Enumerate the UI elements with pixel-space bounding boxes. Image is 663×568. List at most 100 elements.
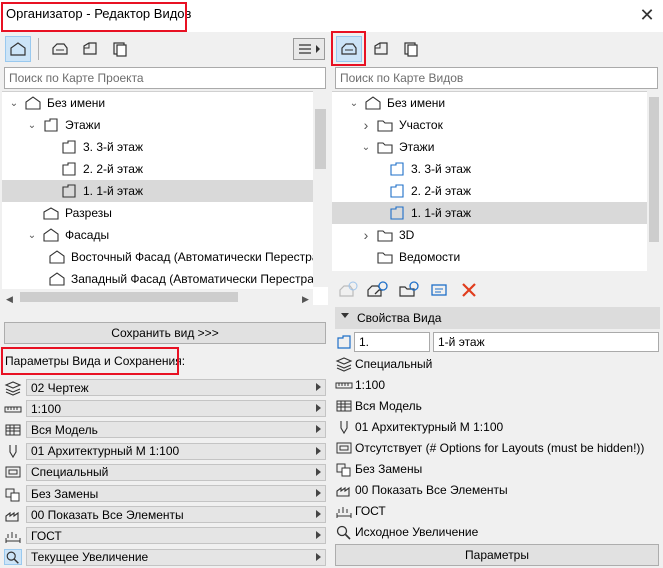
override-icon — [335, 461, 353, 477]
panel-menu-button[interactable] — [293, 38, 325, 60]
tree-row[interactable]: › 3D — [332, 224, 647, 246]
view-properties-header[interactable]: Свойства Вида — [335, 307, 660, 329]
chevron-down-icon[interactable]: ⌄ — [26, 119, 38, 131]
tree-row[interactable]: 3. 3-й этаж — [332, 158, 647, 180]
param-dropdown[interactable]: 1:100 — [26, 400, 326, 418]
dropdown-arrow-icon — [316, 552, 321, 561]
view-tree-vertical-scrollbar[interactable] — [647, 91, 661, 271]
elevation-icon — [48, 271, 66, 287]
tree-row[interactable]: 3. 3-й этаж — [2, 136, 313, 158]
scroll-right-icon[interactable]: ▶ — [302, 294, 309, 305]
param-dropdown[interactable]: Специальный — [26, 463, 326, 481]
chevron-down-icon[interactable]: ⌄ — [348, 97, 360, 109]
view-settings-icon[interactable] — [430, 282, 448, 298]
tree-row[interactable]: › Участок — [332, 114, 647, 136]
tree-row[interactable]: 2. 2-й этаж — [2, 158, 313, 180]
scrollbar-thumb[interactable] — [315, 109, 326, 169]
view-map-button[interactable] — [47, 36, 73, 62]
property-row: 01 Архитектурный М 1:100 — [335, 416, 503, 437]
dropdown-arrow-icon — [316, 425, 321, 434]
tree-row[interactable]: 1. 1-й этаж — [2, 180, 313, 202]
param-row: 00 Показать Все Элементы — [4, 505, 326, 524]
param-dropdown[interactable]: Текущее Увеличение — [26, 548, 326, 566]
publisher-sets-button[interactable] — [107, 36, 133, 62]
tree-row[interactable]: ⌄ Этажи — [332, 136, 647, 158]
tree-row[interactable]: Ведомости — [332, 246, 647, 268]
chevron-down-icon[interactable]: ⌄ — [8, 97, 20, 109]
param-dropdown-value: ГОСТ — [31, 528, 62, 543]
scroll-left-icon[interactable]: ◀ — [6, 294, 13, 305]
property-value: Отсутствует (# Options for Layouts (must… — [355, 440, 645, 455]
param-dropdown-value: 02 Чертеж — [31, 380, 89, 395]
property-value: ГОСТ — [355, 503, 386, 518]
chevron-down-icon[interactable]: ⌄ — [360, 141, 372, 153]
tree-row[interactable]: 1. 1-й этаж — [332, 202, 647, 224]
layout-book-button[interactable] — [77, 36, 103, 62]
folder-icon — [376, 117, 394, 133]
view-map-search-input[interactable]: Поиск по Карте Видов — [335, 67, 658, 89]
chevron-right-icon[interactable]: › — [360, 117, 372, 133]
param-dropdown[interactable]: ГОСТ — [26, 527, 326, 545]
tree-row[interactable]: ⌄ Этажи — [2, 114, 313, 136]
scale-icon — [335, 377, 353, 393]
view-id-field[interactable]: 1. — [354, 332, 430, 352]
toolbar-separator — [38, 38, 39, 60]
tree-row[interactable]: 2. 2-й этаж — [332, 180, 647, 202]
story-icon — [60, 161, 78, 177]
property-value: Без Замены — [355, 461, 423, 476]
tree-vertical-scrollbar[interactable] — [313, 91, 328, 287]
pen-icon — [4, 443, 22, 459]
view-map-tab-button[interactable] — [336, 36, 362, 62]
layout-book-tab-button[interactable] — [368, 36, 394, 62]
property-row: 00 Показать Все Элементы — [335, 479, 508, 500]
mvo-icon — [4, 464, 22, 480]
param-dropdown-value: 00 Показать Все Элементы — [31, 507, 184, 522]
delete-icon[interactable] — [460, 281, 478, 299]
chevron-down-icon[interactable]: ⌄ — [26, 229, 38, 241]
parameters-button[interactable]: Параметры — [335, 544, 659, 566]
tree-row-label: 3. 3-й этаж — [83, 140, 143, 154]
dimension-icon — [4, 528, 22, 544]
clone-view-icon[interactable] — [366, 281, 388, 299]
renovation-icon — [4, 507, 22, 523]
param-dropdown[interactable]: 00 Показать Все Элементы — [26, 506, 326, 524]
tree-row[interactable]: ⌄ Фасады — [2, 224, 313, 246]
param-dropdown-value: 1:100 — [31, 401, 62, 416]
project-map-search-input[interactable]: Поиск по Карте Проекта — [4, 67, 326, 89]
layers-icon — [335, 356, 353, 372]
param-dropdown[interactable]: 01 Архитектурный М 1:100 — [26, 442, 326, 460]
property-row: 1:100 — [335, 374, 385, 395]
view-name-field[interactable]: 1-й этаж — [433, 332, 659, 352]
tree-row[interactable]: ⌄ Без имени — [332, 92, 647, 114]
tree-horizontal-scrollbar[interactable]: ◀ ▶ — [2, 289, 313, 305]
tree-row[interactable]: Западный Фасад (Автоматически Перестраив… — [2, 268, 328, 290]
publisher-sets-tab-button[interactable] — [398, 36, 424, 62]
param-dropdown[interactable]: Без Замены — [26, 485, 326, 502]
new-folder-icon[interactable] — [398, 281, 420, 299]
close-icon[interactable]: ✕ — [636, 4, 658, 26]
tree-row-label: 3D — [399, 228, 415, 242]
save-view-button[interactable]: Сохранить вид >>> — [4, 322, 326, 344]
new-view-icon[interactable] — [338, 281, 358, 299]
param-dropdown[interactable]: Вся Модель — [26, 421, 326, 439]
collapse-triangle-icon[interactable] — [341, 313, 349, 318]
h-scrollbar-thumb[interactable] — [20, 292, 238, 302]
project-map-button[interactable] — [5, 36, 31, 62]
param-dropdown-value: Специальный — [31, 465, 109, 480]
chevron-right-icon[interactable]: › — [360, 227, 372, 243]
param-dropdown-value: Без Замены — [31, 486, 99, 501]
story-icon — [388, 183, 406, 199]
tree-row-label: Без имени — [47, 96, 106, 110]
tree-row-label: 1. 1-й этаж — [411, 206, 471, 220]
tree-row[interactable]: ⌄ Без имени — [2, 92, 313, 114]
story-icon — [388, 205, 406, 221]
tree-row-label: Без имени — [387, 96, 446, 110]
story-icon — [335, 334, 353, 350]
view-scrollbar-thumb[interactable] — [649, 97, 659, 242]
tree-row[interactable]: Разрезы — [2, 202, 313, 224]
elevation-icon — [42, 227, 60, 243]
structure-icon — [335, 398, 353, 414]
tree-row[interactable]: Восточный Фасад (Автоматически Перестраи… — [2, 246, 328, 268]
param-dropdown[interactable]: 02 Чертеж — [26, 379, 326, 396]
